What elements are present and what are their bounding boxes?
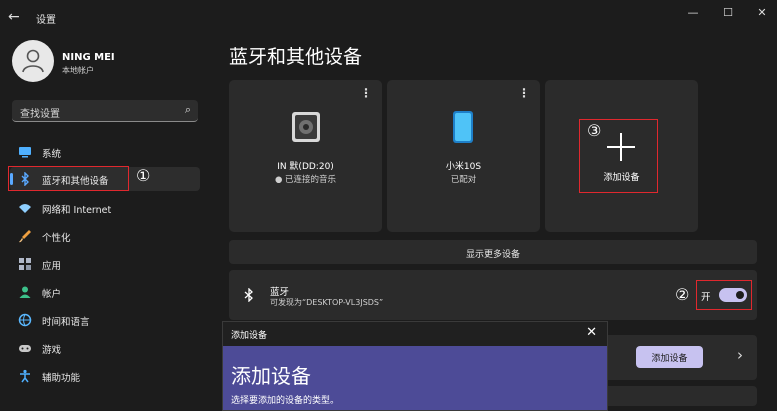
sidebar-item-accessibility[interactable]: 辅助功能 [10,364,200,388]
dialog-title: 添加设备 [231,331,268,341]
highlight-box-bluetooth-toggle [696,280,752,310]
sidebar-item-accounts[interactable]: 帐户 [10,280,200,304]
annotation-marker-2: ② [675,285,690,304]
device-status: 已配对 [450,175,477,185]
show-more-devices-button[interactable]: 显示更多设备 [229,240,757,264]
user-name: NING MEI [62,52,115,63]
window-title: 设置 [36,15,56,26]
show-more-label: 显示更多设备 [465,250,520,260]
sidebar-item-label: 网络和 Internet [42,205,112,216]
sidebar-item-label: 时间和语言 [42,317,90,328]
device-name: 小米10S [445,162,482,172]
title-bar: ← 设置 — ☐ ✕ [0,0,777,32]
annotation-marker-3: ③ [587,121,602,140]
highlight-box-bluetooth-nav [8,166,129,191]
avatar[interactable] [12,40,54,82]
sidebar-item-label: 帐户 [42,289,62,300]
maximize-button[interactable]: ☐ [718,5,738,21]
device-card-headset[interactable]: ⋮ IN 默(DD:20) ● 已连接的音乐 [229,80,382,232]
device-status: ● 已连接的音乐 [274,175,337,185]
bluetooth-subtitle: 可发现为“DESKTOP-VL3JSDS” [270,298,384,307]
close-button[interactable]: ✕ [752,5,772,21]
device-card-phone[interactable]: ⋮ 小米10S 已配对 [387,80,540,232]
speaker-icon [292,112,320,142]
chevron-right-icon[interactable]: › [737,346,743,364]
user-icon [22,49,44,73]
account-icon [19,286,31,298]
sidebar-item-label: 辅助功能 [42,373,81,384]
system-icon [19,147,31,158]
apps-icon [19,258,31,270]
search-icon[interactable]: ⌕ [185,103,191,117]
sidebar-item-time-language[interactable]: 时间和语言 [10,308,200,332]
account-type: 本地帐户 [62,66,94,75]
sidebar-item-system[interactable]: 系统 [10,140,200,164]
wifi-icon [19,204,31,213]
add-device-button[interactable]: 添加设备 [636,346,703,368]
sidebar-item-label: 系统 [42,149,62,160]
accessibility-icon [20,369,30,383]
search-input[interactable]: 查找设置 ⌕ [12,100,198,122]
sidebar-item-network[interactable]: 网络和 Internet [10,196,200,220]
close-icon[interactable]: ✕ [586,325,597,340]
more-options-icon[interactable]: ⋮ [360,86,372,100]
annotation-marker-1: ① [136,166,151,185]
sidebar-item-gaming[interactable]: 游戏 [10,336,200,360]
dialog-heading: 添加设备 [231,364,311,388]
dialog-body: 添加设备 选择要添加的设备的类型。 [223,346,607,410]
sidebar-item-personalization[interactable]: 个性化 [10,224,200,248]
add-device-button-label: 添加设备 [651,354,688,364]
device-name: IN 默(DD:20) [277,162,334,172]
add-device-dialog: 添加设备 ✕ 添加设备 选择要添加的设备的类型。 [222,321,608,411]
sidebar-item-label: 游戏 [42,345,62,356]
bluetooth-title: 蓝牙 [270,287,290,298]
phone-icon [453,111,473,143]
search-placeholder: 查找设置 [20,109,60,120]
globe-icon [18,313,32,327]
game-icon [19,345,31,352]
page-title: 蓝牙和其他设备 [229,46,363,68]
brush-icon [19,230,31,243]
sidebar-item-label: 应用 [42,261,62,272]
bluetooth-icon [244,288,253,302]
more-options-icon[interactable]: ⋮ [518,86,530,100]
sidebar-item-apps[interactable]: 应用 [10,252,200,276]
minimize-button[interactable]: — [683,5,703,21]
back-icon[interactable]: ← [8,9,20,25]
sidebar-item-label: 个性化 [42,233,71,244]
